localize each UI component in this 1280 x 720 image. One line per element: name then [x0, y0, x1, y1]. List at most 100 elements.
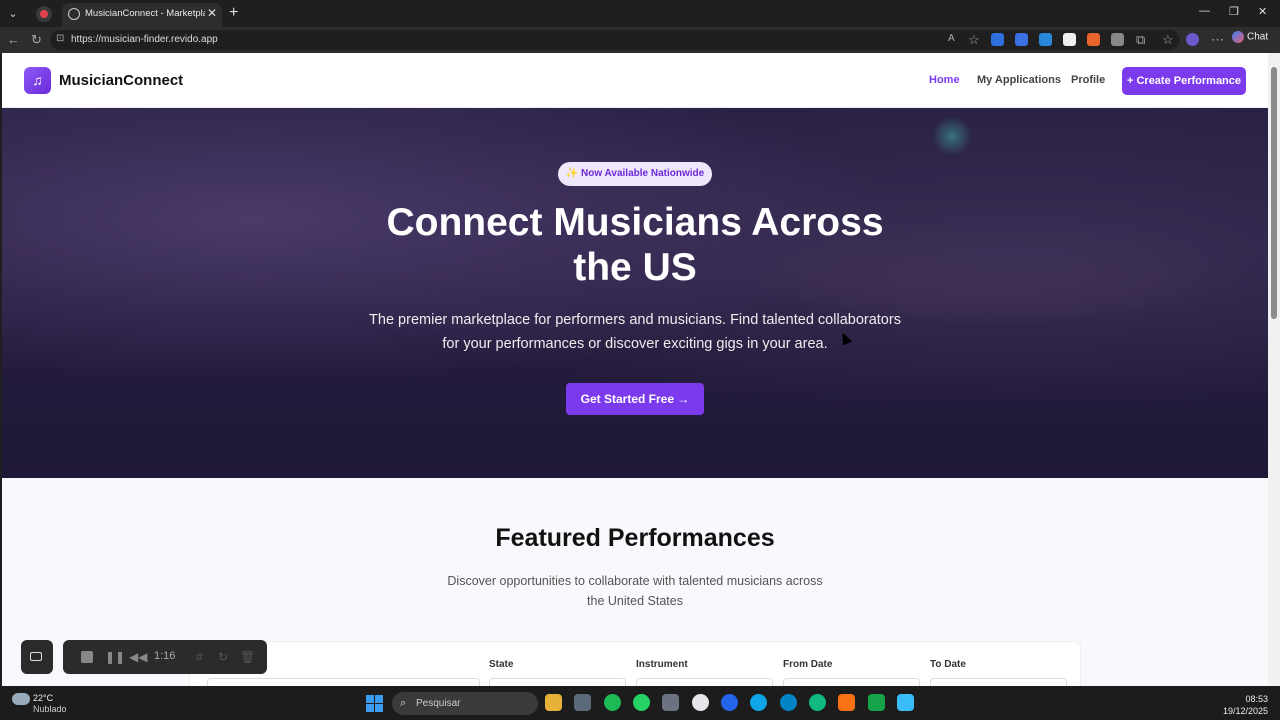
filter-panel: State Instrument From Date To Date	[189, 641, 1081, 686]
extension-icon[interactable]	[1039, 33, 1052, 46]
edge-icon[interactable]	[809, 694, 826, 711]
tab-close-icon[interactable]: ✕	[207, 6, 217, 20]
site-info-icon[interactable]: ⊡	[56, 33, 64, 44]
slack-icon[interactable]	[692, 694, 709, 711]
extension-icon[interactable]	[1015, 33, 1028, 46]
grid-icon[interactable]: #	[196, 650, 203, 664]
back-arrow-icon[interactable]: ←	[7, 32, 20, 47]
extensions-puzzle-icon[interactable]: ⧉	[1136, 32, 1145, 48]
hero-subtitle-line: The premier marketplace for performers a…	[369, 312, 901, 328]
camera-icon	[30, 652, 42, 661]
section-title: Featured Performances	[495, 524, 775, 552]
extension-icon[interactable]	[1111, 33, 1124, 46]
whatsapp-icon[interactable]	[633, 694, 650, 711]
system-clock[interactable]: 08:53 19/12/2025	[1220, 693, 1268, 717]
to-date-filter-label: To Date	[930, 659, 966, 670]
search-icon: ⌕	[400, 697, 407, 709]
extension-icon[interactable]	[991, 33, 1004, 46]
create-performance-button[interactable]: + Create Performance	[1122, 67, 1246, 95]
section-subtitle: Discover opportunities to collaborate wi…	[435, 571, 835, 611]
browser-tab-active[interactable]: MusicianConnect - Marketplace fo ✕	[62, 3, 222, 27]
section-subtitle-line: the United States	[587, 594, 683, 608]
extension-icon[interactable]	[1087, 33, 1100, 46]
nav-profile[interactable]: Profile	[1071, 74, 1105, 86]
hero-section: ✨ Now Available Nationwide Connect Music…	[2, 108, 1268, 478]
state-select[interactable]	[489, 678, 626, 686]
windows-taskbar: 22°C Nublado ⌕ Pesquisar 08:53 19/12/202…	[0, 686, 1280, 720]
chat-label: Chat	[1247, 31, 1269, 43]
scrollbar-thumb[interactable]	[1271, 67, 1277, 319]
hero-subtitle: The premier marketplace for performers a…	[365, 308, 905, 356]
web-page: ♫ MusicianConnect Home My Applications P…	[2, 53, 1268, 686]
spotify-icon[interactable]	[604, 694, 621, 711]
state-filter-label: State	[489, 659, 514, 670]
section-subtitle-line: Discover opportunities to collaborate wi…	[447, 574, 823, 588]
taskbar-search-input[interactable]: ⌕ Pesquisar	[392, 692, 538, 715]
instrument-filter-label: Instrument	[636, 659, 688, 670]
copilot-chat-button[interactable]: Chat	[1232, 31, 1268, 43]
url-field[interactable]: ⊡ https://musician-finder.revido.app A ☆	[50, 30, 1180, 50]
from-date-filter-label: From Date	[783, 659, 833, 670]
restart-icon[interactable]: ↻	[218, 650, 228, 664]
pause-icon[interactable]: ❚❚	[105, 650, 125, 664]
rewind-icon[interactable]: ◀◀	[129, 650, 147, 664]
file-explorer-icon[interactable]	[545, 694, 562, 711]
minimize-icon[interactable]: —	[1199, 5, 1210, 17]
camera-toggle-button[interactable]	[21, 640, 53, 674]
page-scrollbar[interactable]	[1268, 53, 1280, 686]
edge-icon[interactable]	[780, 694, 797, 711]
tab-title: MusicianConnect - Marketplace fo	[85, 8, 205, 19]
recording-timer: 1:16	[154, 650, 176, 662]
extension-icon[interactable]	[1063, 33, 1076, 46]
hero-background-image	[932, 116, 972, 156]
brand-name[interactable]: MusicianConnect	[59, 72, 183, 89]
site-header: ♫ MusicianConnect Home My Applications P…	[2, 53, 1268, 108]
reload-icon[interactable]: ↻	[31, 32, 42, 48]
recorder-toolbar: ❚❚ ◀◀ 1:16 # ↻ 🗑	[63, 640, 267, 674]
notepad-icon[interactable]	[897, 694, 914, 711]
read-aloud-icon[interactable]: A	[948, 33, 955, 44]
new-tab-plus-icon[interactable]: +	[229, 4, 238, 22]
calculator-icon[interactable]	[662, 694, 679, 711]
hero-title: Connect Musicians Across the US	[335, 200, 935, 290]
availability-badge: ✨ Now Available Nationwide	[558, 162, 712, 186]
recording-tab-icon[interactable]	[36, 6, 52, 22]
window-close-icon[interactable]: ✕	[1258, 5, 1267, 18]
app-icon[interactable]	[838, 694, 855, 711]
app-icon[interactable]	[574, 694, 591, 711]
music-note-logo-icon[interactable]: ♫	[24, 67, 51, 94]
search-placeholder: Pesquisar	[416, 698, 461, 709]
more-menu-icon[interactable]: ⋯	[1211, 32, 1224, 48]
browser-tab-bar: ⌄ MusicianConnect - Marketplace fo ✕ + —…	[0, 0, 1280, 27]
browser-address-bar: ← ↻ ⊡ https://musician-finder.revido.app…	[0, 27, 1280, 53]
weather-description[interactable]: Nublado	[33, 704, 67, 714]
globe-icon	[68, 8, 80, 20]
excel-icon[interactable]	[868, 694, 885, 711]
clock-time: 08:53	[1245, 694, 1268, 704]
to-date-input[interactable]	[930, 678, 1067, 686]
hero-title-line: the US	[573, 246, 697, 289]
profile-avatar[interactable]	[1186, 33, 1199, 46]
app-icon[interactable]	[721, 694, 738, 711]
stop-icon[interactable]	[81, 651, 93, 663]
favorite-star-icon[interactable]: ☆	[968, 32, 980, 48]
get-started-button[interactable]: Get Started Free →	[566, 383, 704, 415]
weather-cloud-icon[interactable]	[12, 693, 30, 705]
copilot-icon	[1232, 31, 1244, 43]
search-filter-input[interactable]	[207, 678, 480, 686]
hero-subtitle-line: for your performances or discover exciti…	[442, 336, 828, 352]
weather-temperature[interactable]: 22°C	[33, 693, 53, 703]
tab-list-chevron-icon[interactable]: ⌄	[4, 5, 22, 23]
hero-title-line: Connect Musicians Across	[386, 201, 884, 244]
trash-icon[interactable]: 🗑	[240, 650, 255, 664]
url-text: https://musician-finder.revido.app	[71, 34, 218, 45]
favorites-icon[interactable]: ☆	[1162, 32, 1174, 48]
restore-icon[interactable]: ❐	[1229, 5, 1239, 18]
nav-home[interactable]: Home	[929, 74, 960, 86]
from-date-input[interactable]	[783, 678, 920, 686]
instrument-select[interactable]	[636, 678, 773, 686]
clock-date: 19/12/2025	[1222, 706, 1268, 716]
edge-icon[interactable]	[750, 694, 767, 711]
nav-my-applications[interactable]: My Applications	[977, 74, 1061, 86]
windows-start-icon[interactable]	[366, 695, 383, 712]
